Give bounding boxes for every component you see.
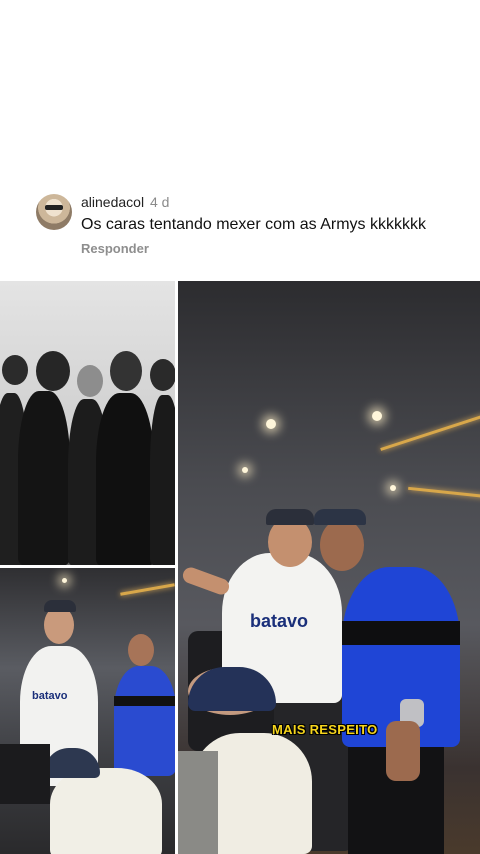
gold-light-strip	[380, 414, 480, 451]
gold-light-strip	[120, 583, 175, 596]
person-head	[320, 519, 364, 571]
avatar-glasses	[45, 205, 63, 210]
shirt-stripe	[342, 621, 460, 645]
ceiling-light	[372, 411, 382, 421]
person-figure	[150, 395, 175, 565]
shirt-stripe	[114, 696, 175, 706]
comment-username[interactable]: alinedacol	[81, 194, 144, 210]
person-head	[2, 355, 28, 385]
person-head	[36, 351, 70, 391]
ceiling-light	[266, 419, 276, 429]
person-head	[77, 365, 103, 397]
arm	[178, 751, 218, 854]
comment-text: Os caras tentando mexer com as Armys kkk…	[81, 216, 426, 233]
shirt-brand: batavo	[250, 611, 309, 631]
hand	[386, 721, 420, 781]
video-collage[interactable]: batavo batavo MAIS RESPEITO	[0, 281, 480, 854]
cap	[44, 600, 76, 612]
person-figure	[50, 768, 162, 854]
reply-button[interactable]: Responder	[81, 241, 149, 256]
person-head	[128, 634, 154, 666]
ceiling-light	[62, 578, 67, 583]
user-avatar[interactable]	[36, 194, 72, 230]
group-photo-panel	[0, 281, 175, 565]
person-head	[150, 359, 175, 391]
person-figure	[96, 393, 154, 565]
comment-time: 4 d	[149, 194, 170, 210]
studio-photo-panel-small: batavo	[0, 568, 175, 854]
ceiling-light	[242, 467, 248, 473]
arm	[180, 565, 232, 597]
video-caption: MAIS RESPEITO	[272, 722, 378, 737]
comment-meta: alinedacol 4 d	[81, 194, 169, 210]
cap	[266, 509, 314, 525]
person-head	[110, 351, 142, 391]
ceiling-light	[390, 485, 396, 491]
person-figure	[114, 666, 175, 776]
person-figure	[18, 391, 70, 565]
cap	[314, 509, 366, 525]
gold-light-strip	[408, 486, 480, 499]
shirt-brand: batavo	[32, 690, 68, 702]
chair	[0, 744, 50, 804]
studio-photo-panel-large: batavo	[178, 281, 480, 854]
